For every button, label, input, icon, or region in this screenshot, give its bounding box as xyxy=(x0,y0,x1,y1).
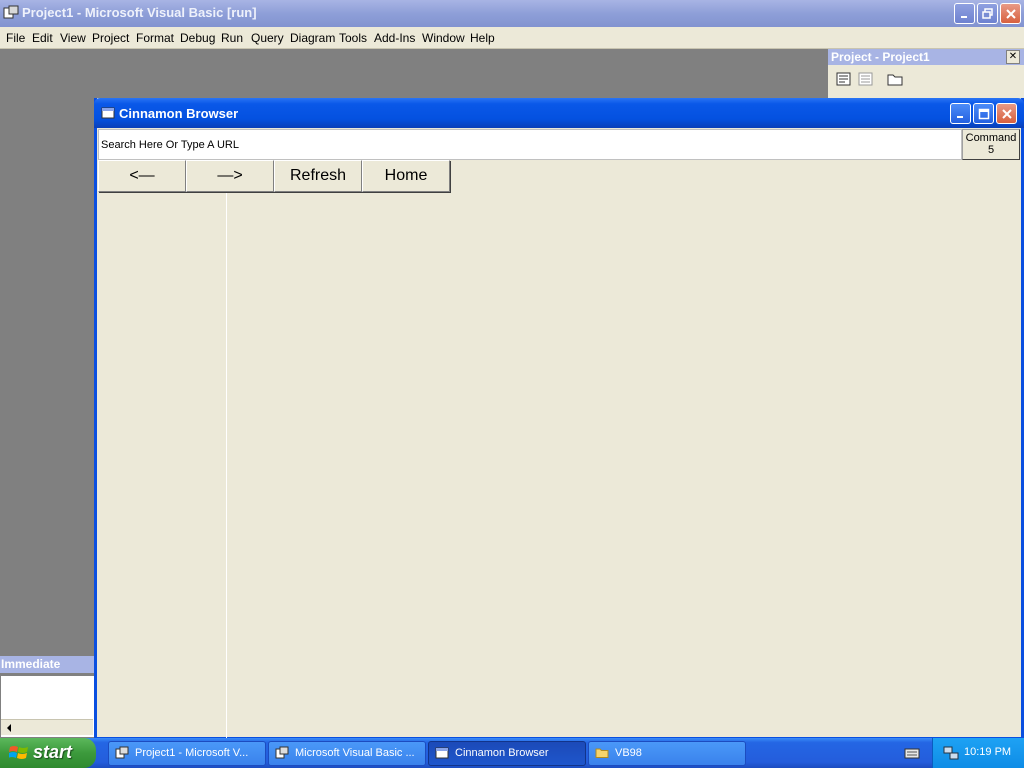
clock: 10:19 PM xyxy=(964,746,1012,758)
visual-basic-icon xyxy=(275,746,289,759)
network-icon[interactable] xyxy=(943,745,959,761)
close-icon: ✕ xyxy=(1008,51,1018,62)
menu-edit[interactable]: Edit xyxy=(32,31,53,45)
refresh-button[interactable]: Refresh xyxy=(274,160,362,192)
ide-title-bar[interactable]: Project1 - Microsoft Visual Basic [run] xyxy=(0,0,1024,27)
taskbar-item-label: Project1 - Microsoft V... xyxy=(135,747,249,759)
url-search-input[interactable] xyxy=(98,129,962,160)
taskbar-item-label: VB98 xyxy=(615,747,642,759)
ide-close-button[interactable] xyxy=(1000,3,1021,24)
minimize-icon xyxy=(960,15,967,18)
visual-basic-icon xyxy=(3,5,19,19)
content-divider xyxy=(226,193,227,738)
command5-button[interactable]: Command 5 xyxy=(962,129,1020,160)
browser-maximize-button[interactable] xyxy=(973,103,994,124)
menu-query[interactable]: Query xyxy=(251,31,284,45)
project-panel-close-button[interactable]: ✕ xyxy=(1006,50,1020,64)
close-icon xyxy=(1005,8,1016,19)
taskbar-item-label: Cinnamon Browser xyxy=(455,747,549,759)
project-panel-title: Project - Project1 xyxy=(828,49,1024,65)
visual-basic-icon xyxy=(115,746,129,759)
keyboard-icon[interactable] xyxy=(904,746,920,760)
browser-minimize-button[interactable] xyxy=(950,103,971,124)
menu-bar: File Edit View Project Format Debug Run … xyxy=(0,27,1024,49)
ide-title: Project1 - Microsoft Visual Basic [run] xyxy=(22,5,257,20)
view-object-icon[interactable] xyxy=(857,71,875,87)
window-icon xyxy=(101,107,115,119)
view-code-icon[interactable] xyxy=(835,71,853,87)
browser-window xyxy=(94,98,1024,740)
windows-logo-icon xyxy=(9,746,28,759)
start-label: start xyxy=(33,742,73,762)
close-icon xyxy=(1001,108,1012,119)
ide-minimize-button[interactable] xyxy=(954,3,975,24)
menu-project[interactable]: Project xyxy=(92,31,129,45)
menu-tools[interactable]: Tools xyxy=(339,31,367,45)
taskbar-item-project1[interactable]: Project1 - Microsoft V... xyxy=(108,741,266,766)
system-tray: 10:19 PM xyxy=(932,738,1024,768)
menu-window[interactable]: Window xyxy=(422,31,465,45)
menu-format[interactable]: Format xyxy=(136,31,174,45)
menu-run[interactable]: Run xyxy=(221,31,243,45)
home-button[interactable]: Home xyxy=(362,160,450,192)
browser-close-button[interactable] xyxy=(996,103,1017,124)
window-icon xyxy=(435,747,449,759)
taskbar-item-label: Microsoft Visual Basic ... xyxy=(295,747,415,759)
restore-icon xyxy=(981,7,993,19)
taskbar-item-visual-basic[interactable]: Microsoft Visual Basic ... xyxy=(268,741,426,766)
project-explorer-panel: Project - Project1 ✕ xyxy=(828,49,1024,99)
maximize-icon xyxy=(978,108,989,119)
taskbar-item-vb98[interactable]: VB98 xyxy=(588,741,746,766)
minimize-icon xyxy=(956,115,963,118)
back-button[interactable]: <— xyxy=(98,160,186,192)
taskbar-item-cinnamon-browser[interactable]: Cinnamon Browser xyxy=(428,741,586,766)
forward-button[interactable]: —> xyxy=(186,160,274,192)
folder-icon xyxy=(595,748,609,758)
menu-help[interactable]: Help xyxy=(470,31,495,45)
immediate-window-title: Immediate xyxy=(0,656,95,673)
scroll-left-icon[interactable] xyxy=(5,723,13,733)
toggle-folders-icon[interactable] xyxy=(886,71,904,87)
menu-view[interactable]: View xyxy=(60,31,86,45)
ide-restore-button[interactable] xyxy=(977,3,998,24)
start-button[interactable]: start xyxy=(0,738,96,768)
menu-file[interactable]: File xyxy=(6,31,25,45)
browser-title: Cinnamon Browser xyxy=(119,106,239,121)
menu-debug[interactable]: Debug xyxy=(180,31,215,45)
immediate-scrollbar[interactable] xyxy=(1,719,93,735)
browser-title-bar[interactable]: Cinnamon Browser xyxy=(94,98,1024,128)
menu-diagram[interactable]: Diagram xyxy=(290,31,335,45)
menu-add-ins[interactable]: Add-Ins xyxy=(374,31,415,45)
